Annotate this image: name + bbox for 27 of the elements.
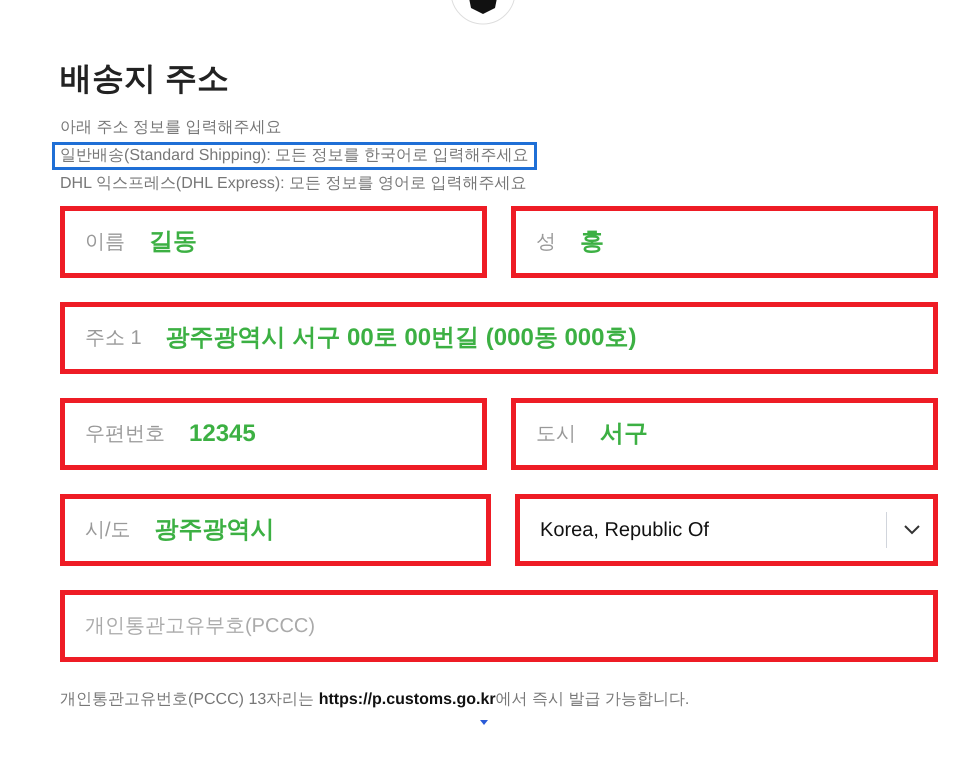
input-field[interactable]: 성 홍 [511,206,938,278]
input-field[interactable]: 우편번호 12345 [60,398,487,470]
field-label: 시/도 [85,518,131,543]
field-value: 서구 [600,419,648,449]
input-field[interactable]: 시/도 광주광역시 [60,494,491,566]
page-title: 배송지 주소 [60,59,230,98]
field-value: 광주광역시 서구 00로 00번길 (000동 000호) [166,323,636,353]
input-field[interactable]: 도시 서구 [511,398,938,470]
input-field[interactable]: 이름 길동 [60,206,487,278]
field-label: 도시 [536,422,576,447]
field-label: 우편번호 [85,422,165,447]
instruction-text: DHL 익스프레스(DHL Express): 모든 정보를 영어로 입력해주세요 [59,174,528,194]
field-label: 주소 1 [85,326,142,351]
caret-icon [480,720,488,725]
input-field[interactable]: 개인통관고유부호(PCCC) [60,590,938,662]
chevron-down-icon [903,524,921,536]
field-value: 홍 [580,227,604,257]
instruction-text: 아래 주소 정보를 입력해주세요 [59,118,282,138]
pccc-help-text: 개인통관고유번호(PCCC) 13자리는 https://p.customs.go.kr에서 즉시 발급 가능합니다. [60,690,690,710]
field-value: 길동 [149,227,197,257]
country-select[interactable]: Korea, Republic Of [515,494,938,566]
instruction-text: 일반배송(Standard Shipping): 모든 정보를 한국어로 입력해주세요 [52,142,537,170]
field-value: 12345 [189,419,256,449]
input-field[interactable]: 주소 1 광주광역시 서구 00로 00번길 (000동 000호) [60,302,938,374]
field-label: 성 [536,230,556,255]
field-label: 이름 [85,230,125,255]
field-value: 광주광역시 [154,515,275,545]
